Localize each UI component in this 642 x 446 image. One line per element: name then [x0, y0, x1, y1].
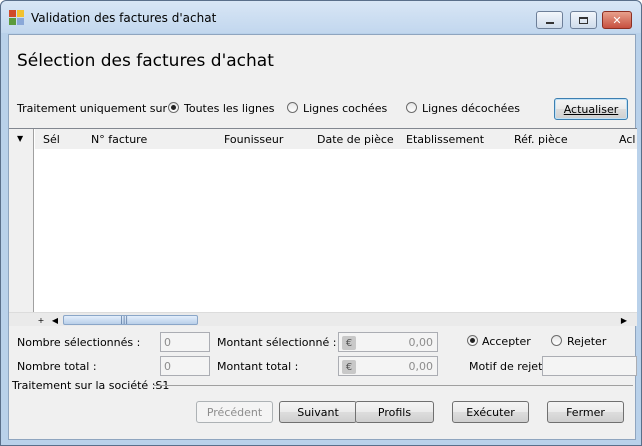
filter-label: Traitement uniquement sur :: [17, 102, 175, 115]
maximize-button[interactable]: [570, 11, 597, 29]
radio-unchecked-lines[interactable]: [406, 102, 417, 113]
total-count-field: 0: [160, 356, 210, 376]
scroll-right-icon[interactable]: ▶: [618, 314, 630, 326]
previous-button[interactable]: Précédent: [196, 401, 273, 423]
column-header-invoice-number[interactable]: N° facture: [91, 133, 147, 146]
previous-button-label: Précédent: [206, 405, 263, 419]
grid-row-header: ▼: [9, 129, 34, 312]
invoice-grid[interactable]: ▼ Sél N° facture Founisseur Date de pièc…: [9, 128, 637, 326]
next-button[interactable]: Suivant: [279, 401, 357, 423]
total-amount-label: Montant total :: [217, 360, 299, 373]
scrollbar-thumb[interactable]: |||: [63, 315, 198, 325]
column-header-document-date[interactable]: Date de pièce: [317, 133, 394, 146]
minimize-icon: [545, 22, 554, 24]
maximize-icon: [579, 16, 588, 24]
company-label: Traitement sur la société :S1: [12, 379, 170, 392]
radio-reject[interactable]: [551, 335, 562, 346]
minimize-button[interactable]: [536, 11, 563, 29]
dialog-body: Sélection des factures d'achat Traitemen…: [8, 34, 637, 440]
radio-all-lines[interactable]: [168, 102, 179, 113]
radio-accept-label[interactable]: Accepter: [482, 335, 531, 348]
column-header-establishment[interactable]: Etablissement: [406, 133, 484, 146]
radio-unchecked-lines-label[interactable]: Lignes décochées: [422, 102, 520, 115]
scroll-left-icon[interactable]: ◀: [49, 314, 61, 326]
execute-button-label: Exécuter: [466, 405, 515, 419]
refresh-button[interactable]: Actualiser: [554, 98, 628, 120]
column-chooser-icon[interactable]: ▼: [17, 134, 23, 143]
next-button-label: Suivant: [297, 405, 339, 419]
selected-count-label: Nombre sélectionnés :: [17, 336, 141, 349]
total-amount-value: 0,00: [408, 360, 434, 373]
euro-icon: €: [342, 336, 356, 350]
selected-count-field: 0: [160, 332, 210, 352]
page-title: Sélection des factures d'achat: [17, 51, 274, 71]
app-icon: [9, 10, 25, 26]
radio-reject-label[interactable]: Rejeter: [567, 335, 606, 348]
radio-accept[interactable]: [467, 335, 478, 346]
add-row-icon[interactable]: +: [35, 314, 47, 326]
grid-header: Sél N° facture Founisseur Date de pièce …: [35, 129, 637, 149]
title-bar[interactable]: Validation des factures d'achat ✕: [1, 1, 641, 33]
column-header-document-ref[interactable]: Réf. pièce: [514, 133, 568, 146]
column-header-supplier[interactable]: Founisseur: [224, 133, 283, 146]
profiles-button-label: Profils: [377, 405, 412, 419]
profiles-button[interactable]: Profils: [355, 401, 434, 423]
selected-amount-value: 0,00: [408, 336, 434, 349]
execute-button[interactable]: Exécuter: [452, 401, 529, 423]
column-header-truncated[interactable]: Acl: [619, 133, 635, 146]
radio-checked-lines-label[interactable]: Lignes cochées: [303, 102, 387, 115]
refresh-button-label: Actualiser: [563, 102, 619, 116]
radio-all-lines-label[interactable]: Toutes les lignes: [184, 102, 274, 115]
horizontal-scrollbar[interactable]: + ◀ ||| ▶: [9, 312, 637, 326]
selected-amount-field: € 0,00: [338, 332, 438, 352]
euro-icon: €: [342, 360, 356, 374]
selected-count-value: 0: [164, 336, 171, 349]
reject-reason-label: Motif de rejet :: [469, 360, 550, 373]
selected-amount-label: Montant sélectionné :: [217, 336, 337, 349]
separator: [154, 385, 633, 386]
app-window: Validation des factures d'achat ✕ Sélect…: [0, 0, 642, 446]
close-window-button[interactable]: ✕: [602, 11, 632, 29]
column-header-sel[interactable]: Sél: [43, 133, 60, 146]
total-amount-field: € 0,00: [338, 356, 438, 376]
close-button[interactable]: Fermer: [547, 401, 624, 423]
grip-icon: |||: [120, 315, 129, 324]
total-count-label: Nombre total :: [17, 360, 97, 373]
window-title: Validation des factures d'achat: [31, 11, 217, 25]
close-button-label: Fermer: [566, 405, 605, 419]
radio-checked-lines[interactable]: [287, 102, 298, 113]
reject-reason-field[interactable]: [542, 356, 637, 376]
total-count-value: 0: [164, 360, 171, 373]
close-icon: ✕: [612, 13, 622, 27]
